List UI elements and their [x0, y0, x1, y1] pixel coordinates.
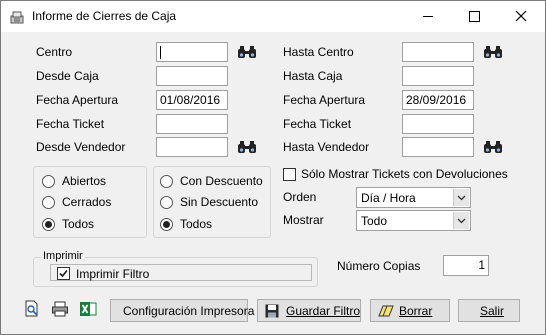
- radio-cerrados-label: Cerrados: [62, 195, 112, 209]
- register-icon: [10, 11, 24, 24]
- check-mark-icon: [59, 269, 68, 278]
- fecha-apertura-desde-input[interactable]: 01/08/2016: [156, 90, 228, 110]
- numero-copias-value: 1: [478, 258, 485, 272]
- hasta-caja-input[interactable]: [402, 66, 474, 86]
- radio-con-descuento-label: Con Descuento: [180, 174, 263, 188]
- report-window: Informe de Cierres de Caja Centro Desde …: [0, 0, 546, 335]
- orden-label: Orden: [283, 190, 317, 204]
- close-button[interactable]: [498, 1, 544, 32]
- radio-todos-descuento-label: Todos: [180, 217, 213, 231]
- centro-label: Centro: [36, 45, 73, 59]
- radio-abiertos[interactable]: [42, 175, 55, 188]
- radio-todos-descuento[interactable]: [160, 218, 173, 231]
- radio-sin-descuento[interactable]: [160, 196, 173, 209]
- binoculars-icon[interactable]: [237, 140, 257, 154]
- hasta-vendedor-label: Hasta Vendedor: [283, 140, 370, 154]
- hasta-centro-label: Hasta Centro: [283, 45, 354, 59]
- imprimir-filtro-checkbox[interactable]: [57, 267, 70, 280]
- hasta-vendedor-input[interactable]: [402, 137, 474, 157]
- guardar-filtro-button[interactable]: Guardar Filtro: [257, 299, 361, 322]
- numero-copias-input[interactable]: 1: [443, 255, 489, 276]
- configuracion-impresora-label: Configuración Impresora: [123, 304, 255, 318]
- radio-abiertos-label: Abiertos: [62, 174, 107, 188]
- devoluciones-label: Sólo Mostrar Tickets con Devoluciones: [301, 167, 508, 181]
- configuracion-impresora-button[interactable]: Configuración Impresora: [110, 299, 254, 322]
- guardar-filtro-label: Guardar Filtro: [286, 304, 361, 318]
- fecha-ticket-hasta-label: Fecha Ticket: [283, 117, 352, 131]
- fecha-ticket-hasta-input[interactable]: [402, 114, 474, 134]
- text-caret: [160, 46, 161, 59]
- fecha-apertura-desde-value: 01/08/2016: [160, 93, 221, 107]
- mostrar-select[interactable]: Todo: [356, 210, 471, 231]
- chevron-down-icon[interactable]: [453, 212, 469, 229]
- desde-caja-input[interactable]: [156, 66, 228, 86]
- fecha-apertura-desde-label: Fecha Apertura: [36, 93, 119, 107]
- minimize-icon: [423, 16, 433, 17]
- borrar-label: Borrar: [399, 304, 433, 318]
- orden-select[interactable]: Día / Hora: [356, 187, 471, 208]
- window-title: Informe de Cierres de Caja: [32, 9, 177, 23]
- centro-input[interactable]: [156, 42, 228, 62]
- radio-cerrados[interactable]: [42, 196, 55, 209]
- numero-copias-label: Número Copias: [337, 259, 421, 273]
- fecha-apertura-hasta-label: Fecha Apertura: [283, 93, 366, 107]
- minimize-button[interactable]: [406, 1, 452, 32]
- radio-sin-descuento-label: Sin Descuento: [180, 195, 259, 209]
- fecha-ticket-desde-input[interactable]: [156, 114, 228, 134]
- salir-button[interactable]: Salir: [458, 299, 520, 322]
- chevron-down-icon[interactable]: [453, 189, 469, 206]
- desde-vendedor-label: Desde Vendedor: [36, 140, 126, 154]
- mostrar-value: Todo: [361, 214, 388, 228]
- excel-icon[interactable]: [79, 300, 97, 318]
- radio-todos-estado-label: Todos: [62, 217, 95, 231]
- floppy-disk-icon: [265, 304, 279, 318]
- devoluciones-checkbox[interactable]: [283, 168, 296, 181]
- desde-vendedor-input[interactable]: [156, 137, 228, 157]
- print-preview-icon[interactable]: [23, 300, 41, 318]
- hasta-centro-input[interactable]: [402, 42, 474, 62]
- hasta-caja-label: Hasta Caja: [283, 69, 343, 83]
- close-icon: [515, 10, 527, 22]
- binoculars-icon[interactable]: [483, 140, 503, 154]
- fecha-ticket-desde-label: Fecha Ticket: [36, 117, 105, 131]
- binoculars-icon[interactable]: [237, 45, 257, 59]
- radio-con-descuento[interactable]: [160, 175, 173, 188]
- borrar-button[interactable]: Borrar: [370, 299, 450, 322]
- maximize-icon: [469, 11, 480, 22]
- maximize-button[interactable]: [452, 1, 498, 32]
- orden-value: Día / Hora: [361, 191, 416, 205]
- printer-icon[interactable]: [51, 300, 69, 318]
- salir-label: Salir: [480, 304, 505, 318]
- fecha-apertura-hasta-value: 28/09/2016: [406, 93, 467, 107]
- fecha-apertura-hasta-input[interactable]: 28/09/2016: [402, 90, 474, 110]
- binoculars-icon[interactable]: [483, 45, 503, 59]
- imprimir-filtro-label: Imprimir Filtro: [76, 267, 150, 281]
- mostrar-label: Mostrar: [283, 213, 324, 227]
- imprimir-group-label: Imprimir: [41, 250, 85, 262]
- eraser-icon: [378, 305, 394, 317]
- radio-todos-estado[interactable]: [42, 218, 55, 231]
- title-bar[interactable]: Informe de Cierres de Caja: [1, 1, 545, 32]
- desde-caja-label: Desde Caja: [36, 69, 99, 83]
